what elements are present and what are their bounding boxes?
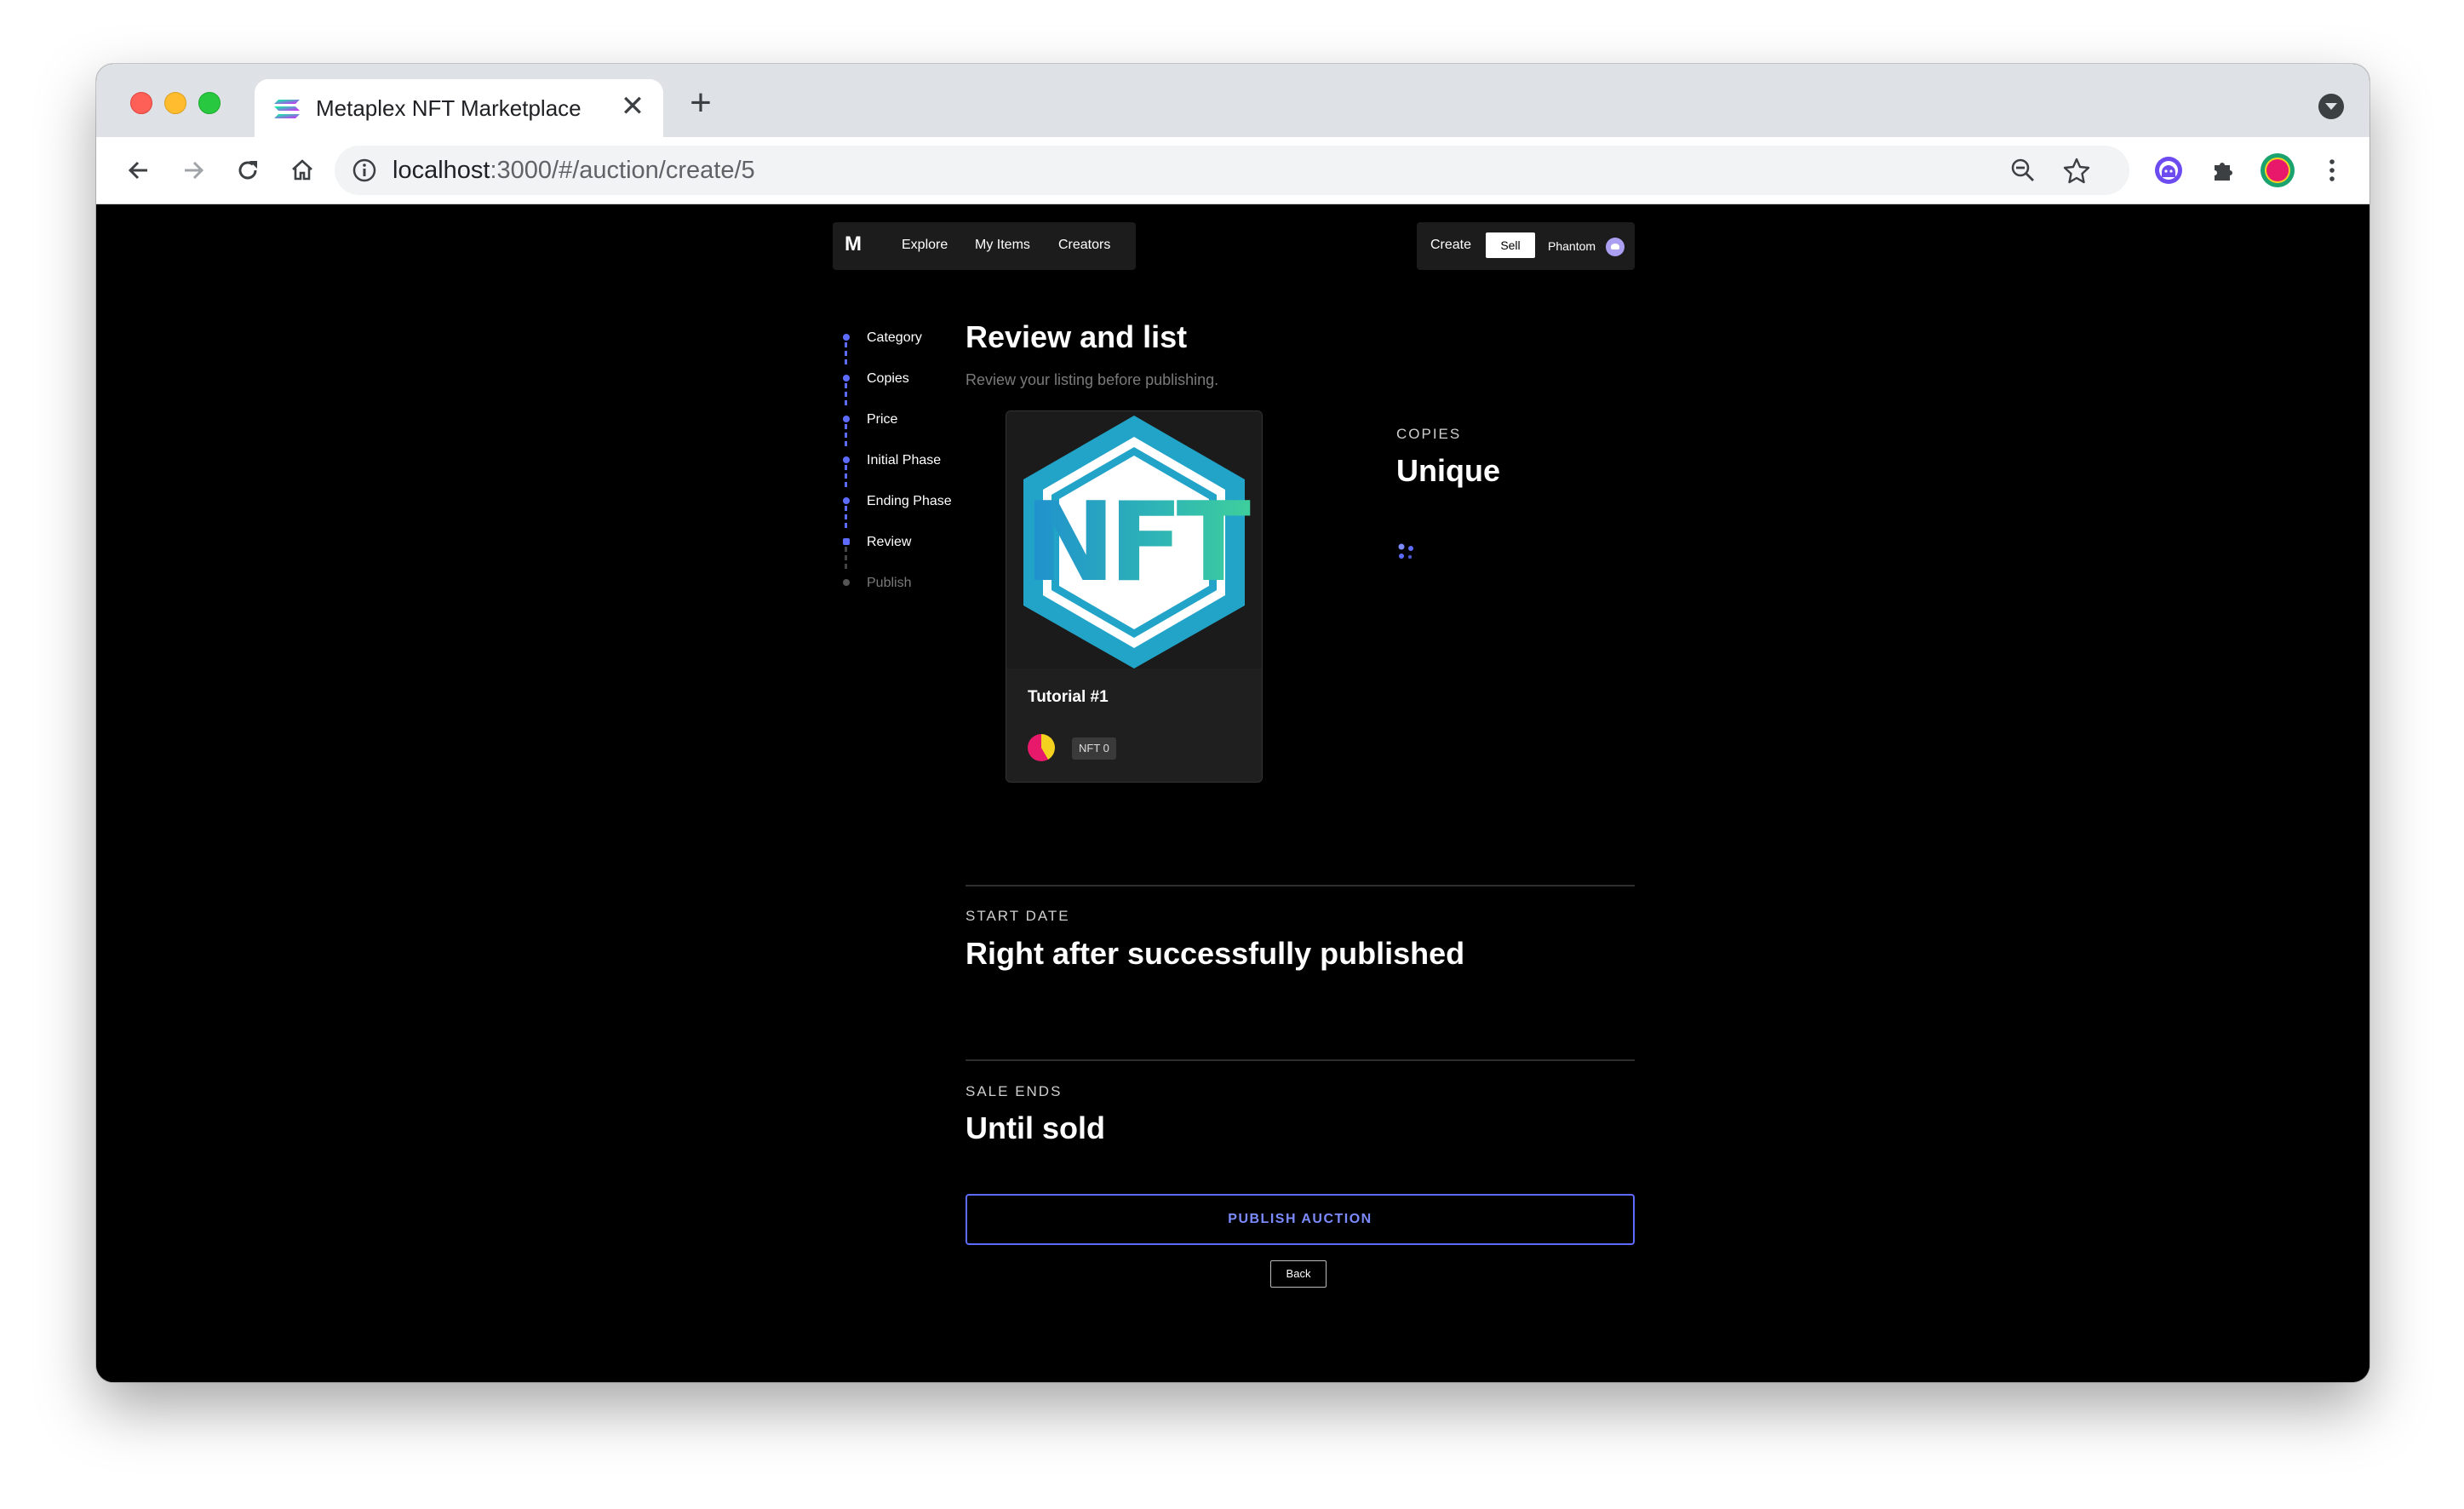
tab-title: Metaplex NFT Marketplace [316, 95, 582, 121]
step-dot-current [843, 538, 850, 545]
step-initial-phase[interactable]: Initial Phase [867, 453, 941, 468]
nav-link-explore[interactable]: Explore [902, 238, 948, 253]
step-connector [845, 383, 847, 405]
address-bar[interactable]: localhost:3000/#/auction/create/5 [335, 146, 2129, 195]
step-connector [845, 424, 847, 446]
back-arrow-icon[interactable] [118, 150, 159, 191]
step-connector [845, 342, 847, 364]
step-connector [845, 547, 847, 569]
nft-edition-badge: NFT 0 [1072, 737, 1116, 760]
url-host: localhost [393, 157, 490, 184]
nav-link-creators[interactable]: Creators [1058, 238, 1110, 253]
profile-avatar-icon[interactable] [2259, 152, 2296, 189]
step-dot [843, 334, 850, 341]
step-category[interactable]: Category [867, 330, 922, 346]
action-nav: Create Sell Phantom [1417, 222, 1635, 270]
nft-name: Tutorial #1 [1028, 688, 1109, 706]
extensions-puzzle-icon[interactable] [2204, 152, 2242, 189]
step-dot [843, 375, 850, 382]
loading-spinner-icon [1398, 543, 1413, 559]
publish-auction-button[interactable]: PUBLISH AUCTION [966, 1194, 1635, 1245]
page-content: M Explore My Items Creators Create Sell … [96, 204, 2369, 1382]
minimize-window-button[interactable] [164, 92, 186, 114]
browser-window: Metaplex NFT Marketplace ✕ + localhost:3… [96, 64, 2369, 1382]
phantom-extension-icon[interactable] [2150, 152, 2187, 189]
browser-toolbar: localhost:3000/#/auction/create/5 [96, 137, 2369, 204]
sale-ends-value: Until sold [966, 1110, 1105, 1145]
phantom-wallet-icon[interactable] [1606, 238, 1625, 256]
step-price[interactable]: Price [867, 412, 897, 427]
section-divider [966, 885, 1635, 886]
progress-steps: Category Copies Price Initial Phase Endi… [837, 324, 973, 605]
step-review[interactable]: Review [867, 535, 911, 550]
url-path: :3000/#/auction/create/5 [490, 157, 755, 184]
step-publish: Publish [867, 576, 912, 590]
browser-menu-icon[interactable] [2313, 152, 2351, 189]
tab-search-icon[interactable] [2318, 94, 2344, 119]
close-window-button[interactable] [130, 92, 152, 114]
home-icon[interactable] [282, 150, 323, 191]
section-divider [966, 1059, 1635, 1061]
nft-art-text: NFT [1024, 479, 1251, 606]
reload-icon[interactable] [227, 150, 268, 191]
copies-value: Unique [1396, 453, 1500, 488]
site-info-icon[interactable] [352, 158, 377, 183]
step-ending-phase[interactable]: Ending Phase [867, 494, 952, 509]
sale-ends-label: SALE ENDS [966, 1083, 1063, 1099]
metaplex-logo[interactable]: M [845, 232, 862, 256]
wallet-label[interactable]: Phantom [1548, 239, 1596, 253]
start-date-label: START DATE [966, 908, 1070, 924]
zoom-out-icon[interactable] [2006, 153, 2040, 187]
tab-close-icon[interactable]: ✕ [617, 91, 648, 122]
sell-button[interactable]: Sell [1486, 232, 1535, 258]
solana-favicon-icon [274, 100, 300, 118]
back-button[interactable]: Back [1270, 1260, 1327, 1288]
bookmark-star-icon[interactable] [2060, 153, 2094, 187]
step-dot [843, 456, 850, 463]
browser-tab[interactable]: Metaplex NFT Marketplace ✕ [255, 79, 663, 137]
page-subtitle: Review your listing before publishing. [966, 371, 1219, 388]
step-dot [843, 416, 850, 422]
new-tab-button[interactable]: + [682, 84, 719, 123]
create-link[interactable]: Create [1430, 238, 1471, 253]
nft-preview-card[interactable]: NFT Tutorial #1 NFT 0 [1006, 410, 1263, 783]
start-date-value: Right after successfully published [966, 936, 1465, 971]
nft-artwork: NFT [1006, 411, 1262, 668]
maximize-window-button[interactable] [198, 92, 221, 114]
step-connector [845, 465, 847, 487]
step-dot [843, 497, 850, 504]
copies-label: COPIES [1396, 426, 1462, 442]
nft-hexagon-logo-icon: NFT [1023, 416, 1258, 668]
url-text[interactable]: localhost:3000/#/auction/create/5 [393, 157, 755, 185]
creator-avatar[interactable] [1028, 734, 1055, 761]
tab-strip: Metaplex NFT Marketplace ✕ + [96, 64, 2369, 137]
nav-link-my-items[interactable]: My Items [975, 238, 1030, 253]
page-title: Review and list [966, 319, 1188, 354]
step-copies[interactable]: Copies [867, 371, 909, 387]
step-connector [845, 506, 847, 528]
step-dot [843, 579, 850, 586]
forward-arrow-icon[interactable] [173, 150, 214, 191]
main-nav: M Explore My Items Creators [833, 222, 1136, 270]
